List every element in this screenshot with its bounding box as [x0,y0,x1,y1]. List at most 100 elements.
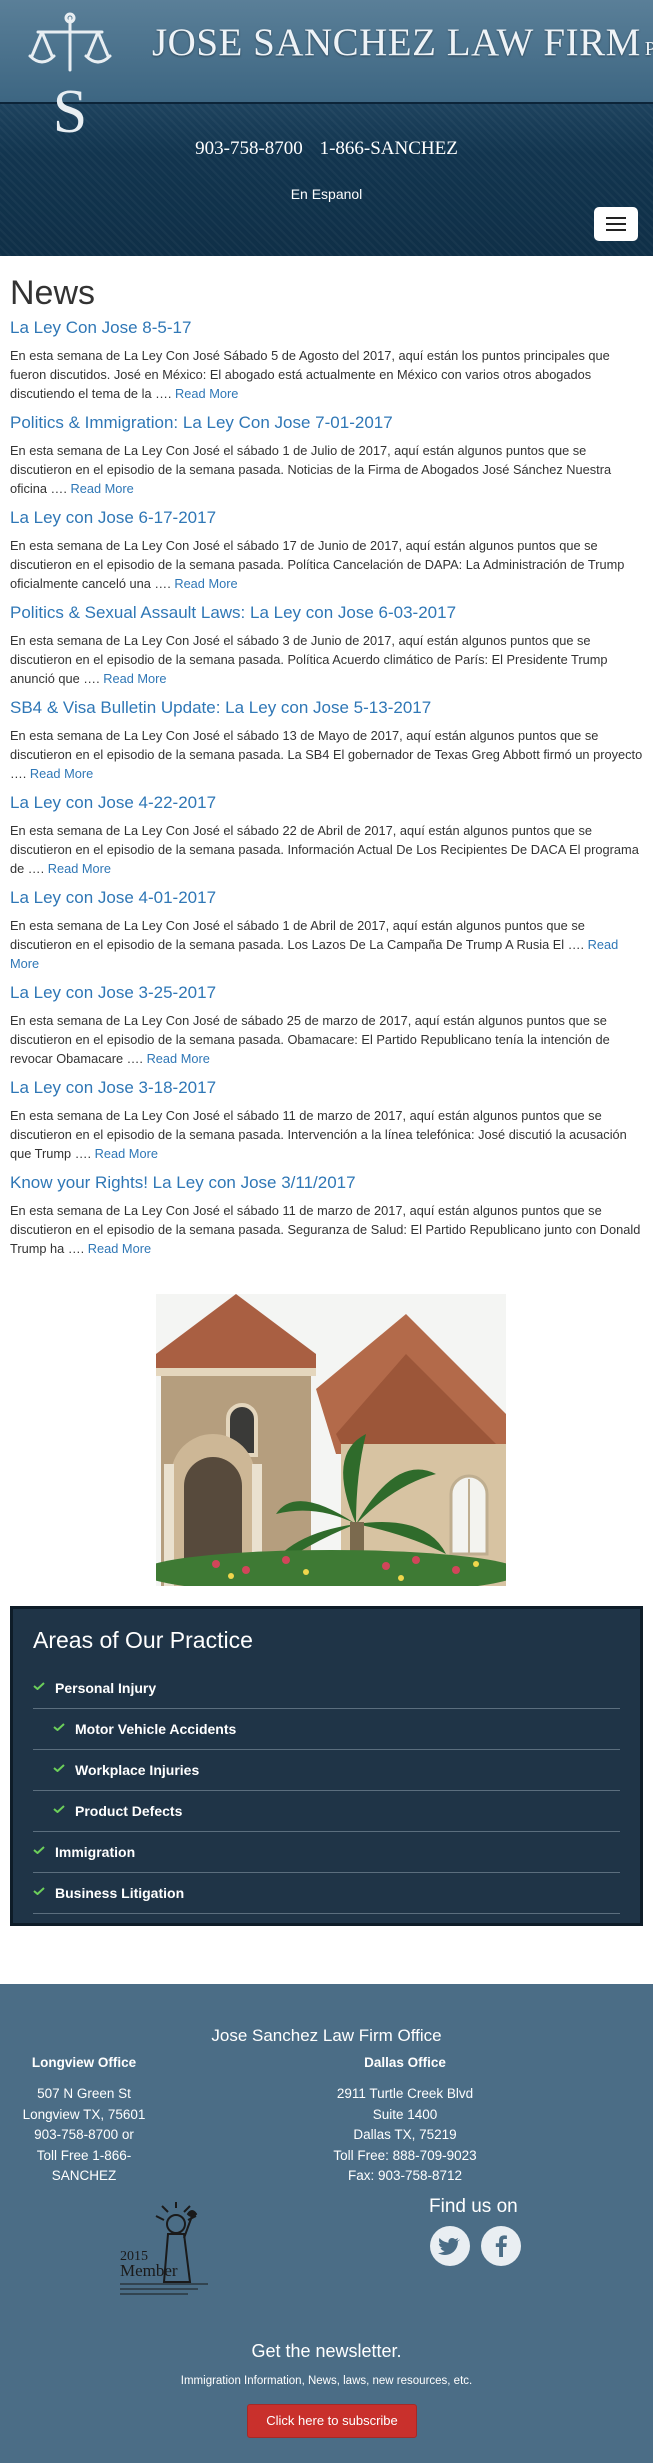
article-title-link[interactable]: Know your Rights! La Ley con Jose 3/11/2… [10,1172,643,1194]
article-excerpt-text: En esta semana de La Ley Con José el sáb… [10,918,585,952]
article-title-link[interactable]: La Ley con Jose 4-22-2017 [10,792,643,814]
practice-label: Business Litigation [55,1885,185,1901]
article-excerpt-text: En esta semana de La Ley Con José el sáb… [10,633,608,686]
menu-bar-icon [606,229,626,231]
checkmark-icon [53,1723,65,1731]
address-line: 2911 Turtle Creek Blvd [336,2086,474,2101]
article-excerpt: En esta semana de La Ley Con José el sáb… [10,441,643,498]
practice-label: Workplace Injuries [75,1762,200,1778]
news-article: La Ley con Jose 3-18-2017 En esta semana … [10,1077,643,1163]
article-title-link[interactable]: SB4 & Visa Bulletin Update: La Ley con J… [10,697,643,719]
facebook-icon[interactable] [481,2226,521,2266]
article-title-link[interactable]: Politics & Sexual Assault Laws: La Ley c… [10,602,643,624]
article-title-link[interactable]: La Ley con Jose 3-25-2017 [10,982,643,1004]
practice-item[interactable]: Business Litigation [33,1873,620,1914]
article-excerpt-text: En esta semana de La Ley Con José Sábado… [10,348,610,401]
read-more-link[interactable]: Read More [30,766,93,781]
house-illustration [156,1294,506,1586]
article-title-link[interactable]: La Ley Con Jose 8-5-17 [10,317,643,339]
site-footer: Jose Sanchez Law Firm Office Longview Of… [0,1984,653,2463]
news-article: Politics & Sexual Assault Laws: La Ley c… [10,602,643,688]
phone-line[interactable]: 903-758-8700 or [12,2125,156,2146]
firm-name-text: JOSE SANCHEZ LAW FIRM [152,21,641,64]
checkmark-icon [33,1846,45,1854]
dallas-office-address: 2911 Turtle Creek Blvd Suite 1400 Dallas… [320,2084,490,2187]
svg-text:S: S [53,78,87,140]
twitter-bird-glyph [438,2237,460,2255]
article-title-link[interactable]: La Ley con Jose 3-18-2017 [10,1077,643,1099]
newsletter-heading: Get the newsletter. [251,2341,402,2361]
read-more-link[interactable]: Read More [103,671,166,686]
read-more-link[interactable]: Read More [174,576,237,591]
phone-numbers: 903-758-8700 1-866-SANCHEZ [0,138,653,160]
hamburger-menu-button[interactable] [594,207,638,241]
read-more-link[interactable]: Read More [175,386,238,401]
read-more-link[interactable]: Read More [48,861,111,876]
read-more-link[interactable]: Read More [95,1146,158,1161]
article-excerpt-text: En esta semana de La Ley Con José el sáb… [10,538,625,591]
phone-local[interactable]: 903-758-8700 [195,138,303,159]
dallas-office-heading: Dallas Office [364,2055,446,2070]
menu-bar-icon [606,217,626,219]
house-photo [156,1294,506,1586]
address-line: Longview TX, 75601 [22,2106,146,2122]
practice-subitem[interactable]: Product Defects [33,1791,620,1832]
checkmark-icon [53,1805,65,1813]
news-article: Know your Rights! La Ley con Jose 3/11/2… [10,1172,643,1258]
scales-of-justice-logo[interactable]: S [20,10,120,140]
address-line: Suite 1400 [372,2106,438,2122]
checkmark-icon [33,1887,45,1895]
address-line: 507 N Green St [37,2086,131,2101]
language-link[interactable]: En Espanol [0,186,653,202]
article-title-link[interactable]: La Ley con Jose 4-01-2017 [10,887,643,909]
article-excerpt: En esta semana de La Ley Con José el sáb… [10,536,643,593]
read-more-link[interactable]: Read More [88,1241,151,1256]
news-heading: News [10,274,96,312]
article-excerpt: En esta semana de La Ley Con José el sáb… [10,631,643,688]
article-title-link[interactable]: La Ley con Jose 6-17-2017 [10,507,643,529]
news-article: La Ley con Jose 4-22-2017 En esta semana … [10,792,643,878]
badge-word: Member [120,2261,178,2280]
member-badge-logo: 2015 Member [120,2202,208,2295]
firm-suffix: P.C. [644,38,653,60]
article-excerpt-text: En esta semana de La Ley Con José de sáb… [10,1013,610,1066]
phone-line[interactable]: SANCHEZ [12,2166,156,2187]
practice-subitem[interactable]: Motor Vehicle Accidents [33,1709,620,1750]
article-excerpt: En esta semana de La Ley Con José Sábado… [10,346,643,403]
phone-line[interactable]: Toll Free 1-866- [12,2146,156,2167]
read-more-link[interactable]: Read More [70,481,133,496]
practice-heading: Areas of Our Practice [33,1627,253,1653]
news-section: News La Ley Con Jose 8-5-17 En esta seman… [0,256,653,1258]
read-more-link[interactable]: Read More [147,1051,210,1066]
twitter-icon[interactable] [430,2226,470,2266]
news-article: La Ley Con Jose 8-5-17 En esta semana de … [10,317,643,403]
practice-item[interactable]: Immigration [33,1832,620,1873]
firm-name[interactable]: JOSE SANCHEZ LAW FIRMP.C. [152,20,653,65]
menu-bar-icon [606,223,626,225]
practice-label: Immigration [55,1844,136,1860]
facebook-f-glyph [495,2235,507,2257]
news-article: Politics & Immigration: La Ley Con Jose … [10,412,643,498]
phone-line[interactable]: Toll Free: 888-709-9023 [320,2146,490,2167]
checkmark-icon [33,1682,45,1690]
longview-office-heading: Longview Office [31,2055,137,2070]
fax-line: Fax: 903-758-8712 [347,2168,463,2183]
footer-title: Jose Sanchez Law Firm Office [211,2026,442,2045]
article-title-link[interactable]: Politics & Immigration: La Ley Con Jose … [10,412,643,434]
news-article: La Ley con Jose 4-01-2017 En esta semana … [10,887,643,973]
article-excerpt: En esta semana de La Ley Con José de sáb… [10,1011,643,1068]
checkmark-icon [53,1764,65,1772]
article-excerpt: En esta semana de La Ley Con José el sáb… [10,916,643,973]
address-line: Dallas TX, 75219 [353,2127,457,2142]
article-excerpt: En esta semana de La Ley Con José el sáb… [10,726,643,783]
subscribe-button[interactable]: Click here to subscribe [247,2404,417,2438]
article-excerpt: En esta semana de La Ley Con José el sáb… [10,1106,643,1163]
phone-toll-free[interactable]: 1-866-SANCHEZ [320,138,458,159]
article-excerpt: En esta semana de La Ley Con José el sáb… [10,821,643,878]
article-excerpt-text: En esta semana de La Ley Con José el sáb… [10,728,643,781]
practice-subitem[interactable]: Workplace Injuries [33,1750,620,1791]
practice-list: Personal Injury Motor Vehicle Accidents Wo… [33,1668,620,1914]
practice-item[interactable]: Personal Injury [33,1668,620,1709]
news-article: La Ley con Jose 3-25-2017 En esta semana … [10,982,643,1068]
find-us-label: Find us on [429,2196,518,2217]
